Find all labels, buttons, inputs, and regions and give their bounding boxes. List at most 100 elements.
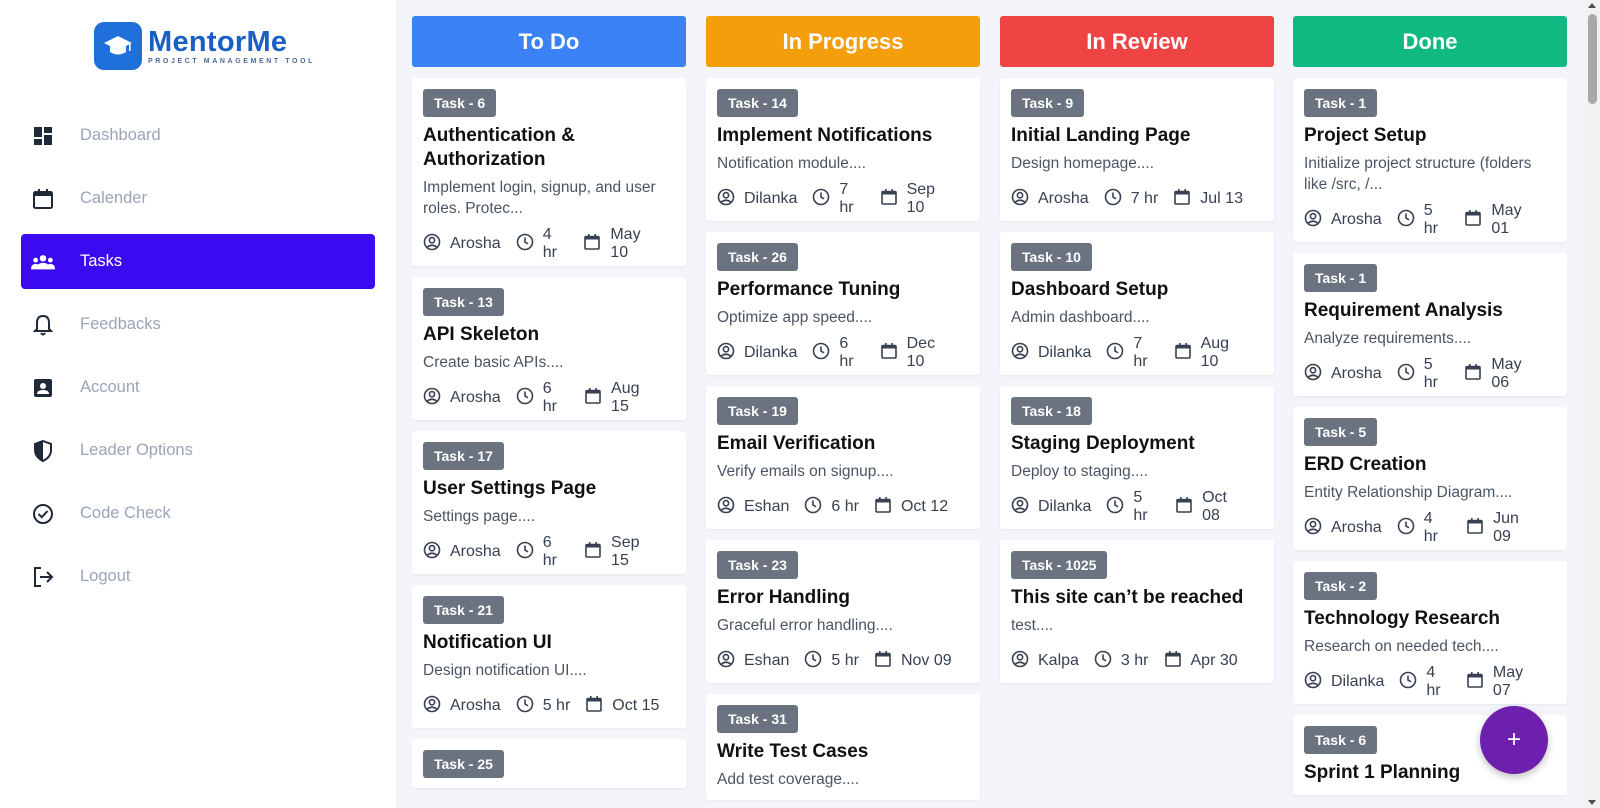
dashboard-icon (31, 124, 55, 148)
task-card[interactable]: Task - 1025 This site can’t be reached tes… (1000, 540, 1274, 683)
estimate: 3 hr (1094, 650, 1149, 673)
task-card[interactable]: Task - 18 Staging Deployment Deploy to sta… (1000, 386, 1274, 529)
estimate: 5 hr (1397, 356, 1450, 392)
task-title: Implement Notifications (717, 125, 933, 146)
task-description: Design homepage.... (1011, 155, 1155, 172)
task-meta: Dilanka 5 hr Oct 08 (1011, 489, 1263, 524)
sidebar-item-label: Code Check (80, 504, 171, 522)
sidebar-item-tasks[interactable]: Tasks (21, 234, 375, 289)
due-date: Nov 09 (874, 650, 952, 673)
clock-icon (516, 233, 543, 256)
due-date-value: May 07 (1492, 664, 1524, 699)
estimate-hours: 4 hr (1426, 664, 1441, 699)
calendar-icon (880, 342, 907, 365)
assignee-name: Arosha (1331, 211, 1382, 228)
scroll-up-icon[interactable] (1588, 3, 1596, 8)
sidebar-item-logout[interactable]: Logout (21, 549, 375, 604)
people-icon (31, 250, 55, 274)
task-card[interactable]: Task - 25 (412, 739, 686, 788)
task-card[interactable]: Task - 9 Initial Landing Page Design homep… (1000, 78, 1274, 221)
task-card[interactable]: Task - 1 Requirement Analysis Analyze requ… (1293, 253, 1567, 396)
task-description: Optimize app speed.... (717, 309, 873, 326)
sidebar-item-label: Feedbacks (80, 315, 161, 333)
column-header: To Do (412, 16, 686, 67)
column-header: Done (1293, 16, 1567, 67)
sidebar-item-calender[interactable]: Calender (21, 171, 375, 226)
calendar-icon (880, 188, 907, 211)
user-icon (1011, 342, 1038, 365)
estimate-hours: 4 hr (1423, 510, 1438, 545)
task-title: Project Setup (1304, 125, 1427, 146)
task-card[interactable]: Task - 1 Project Setup Initialize project … (1293, 78, 1567, 242)
app-name: MentorMe (148, 26, 288, 58)
estimate-hours: 7 hr (1130, 190, 1159, 207)
app-logo[interactable]: MentorMe PROJECT MANAGEMENT TOOL (94, 22, 315, 70)
assignee: Arosha (1304, 209, 1382, 232)
task-description: Research on needed tech.... (1304, 638, 1499, 655)
task-id-badge: Task - 17 (423, 442, 504, 470)
task-id-badge: Task - 5 (1304, 418, 1378, 446)
user-icon (423, 695, 450, 718)
assignee-name: Arosha (450, 697, 501, 714)
calendar-icon (583, 233, 610, 256)
task-card[interactable]: Task - 31 Write Test Cases Add test covera… (706, 694, 980, 800)
task-title: Technology Research (1304, 608, 1501, 629)
task-id-badge: Task - 14 (717, 89, 798, 117)
task-id-badge: Task - 31 (717, 705, 798, 733)
user-icon (1304, 363, 1331, 386)
task-card[interactable]: Task - 14 Implement Notifications Notifica… (706, 78, 980, 221)
estimate: 7 hr (1104, 188, 1159, 211)
estimate: 6 hr (804, 496, 859, 519)
add-task-button[interactable]: + (1480, 706, 1548, 774)
task-meta: Arosha 4 hr Jun 09 (1304, 510, 1556, 545)
app-tagline: PROJECT MANAGEMENT TOOL (148, 58, 316, 65)
shield-icon (31, 439, 55, 463)
task-card[interactable]: Task - 19 Email Verification Verify emails… (706, 386, 980, 529)
task-title: Authentication & Authorization (423, 125, 575, 170)
task-title: User Settings Page (423, 478, 597, 499)
task-meta: Kalpa 3 hr Apr 30 (1011, 649, 1263, 673)
sidebar-item-label: Calender (80, 189, 147, 207)
task-card[interactable]: Task - 6 Authentication & Authorization Im… (412, 78, 686, 266)
sidebar-item-account[interactable]: Account (21, 360, 375, 415)
task-card[interactable]: Task - 5 ERD Creation Entity Relationship … (1293, 407, 1567, 550)
task-card[interactable]: Task - 13 API Skeleton Create basic APIs..… (412, 277, 686, 420)
task-description: test.... (1011, 617, 1054, 634)
estimate: 5 hr (516, 695, 571, 718)
task-card[interactable]: Task - 17 User Settings Page Settings page… (412, 431, 686, 574)
due-date-value: Aug 10 (1200, 335, 1230, 370)
task-card[interactable]: Task - 26 Performance Tuning Optimize app … (706, 232, 980, 375)
sidebar-item-code-check[interactable]: Code Check (21, 486, 375, 541)
assignee: Dilanka (717, 342, 797, 365)
task-id-badge: Task - 6 (423, 89, 497, 117)
due-date-value: Jul 13 (1200, 190, 1243, 207)
task-card[interactable]: Task - 21 Notification UI Design notificat… (412, 585, 686, 728)
assignee-name: Dilanka (744, 344, 798, 361)
sidebar-item-feedbacks[interactable]: Feedbacks (21, 297, 375, 352)
due-date-value: May 10 (610, 226, 641, 261)
calendar-icon (874, 650, 901, 673)
task-title: This site can’t be reached (1011, 587, 1244, 608)
due-date: Oct 08 (1175, 489, 1248, 525)
scroll-thumb[interactable] (1588, 14, 1597, 104)
sidebar-item-label: Tasks (80, 252, 123, 270)
task-title: Dashboard Setup (1011, 279, 1169, 300)
sidebar-item-dashboard[interactable]: Dashboard (21, 108, 375, 163)
estimate-hours: 5 hr (1423, 356, 1438, 391)
task-card[interactable]: Task - 10 Dashboard Setup Admin dashboard.… (1000, 232, 1274, 375)
task-title: ERD Creation (1304, 454, 1427, 475)
task-meta: Dilanka 7 hr Aug 10 (1011, 335, 1263, 370)
task-card[interactable]: Task - 23 Error Handling Graceful error ha… (706, 540, 980, 683)
due-date: Jul 13 (1173, 188, 1243, 211)
task-id-badge: Task - 10 (1011, 243, 1092, 271)
estimate-hours: 5 hr (542, 697, 571, 714)
task-description: Admin dashboard.... (1011, 309, 1150, 326)
task-card[interactable]: Task - 2 Technology Research Research on n… (1293, 561, 1567, 704)
assignee: Dilanka (717, 188, 797, 211)
sidebar-item-leader-options[interactable]: Leader Options (21, 423, 375, 478)
task-title: Staging Deployment (1011, 433, 1195, 454)
scroll-down-icon[interactable] (1588, 800, 1596, 805)
scrollbar[interactable] (1585, 0, 1600, 808)
calendar-icon (874, 496, 901, 519)
task-title: Requirement Analysis (1304, 300, 1503, 321)
